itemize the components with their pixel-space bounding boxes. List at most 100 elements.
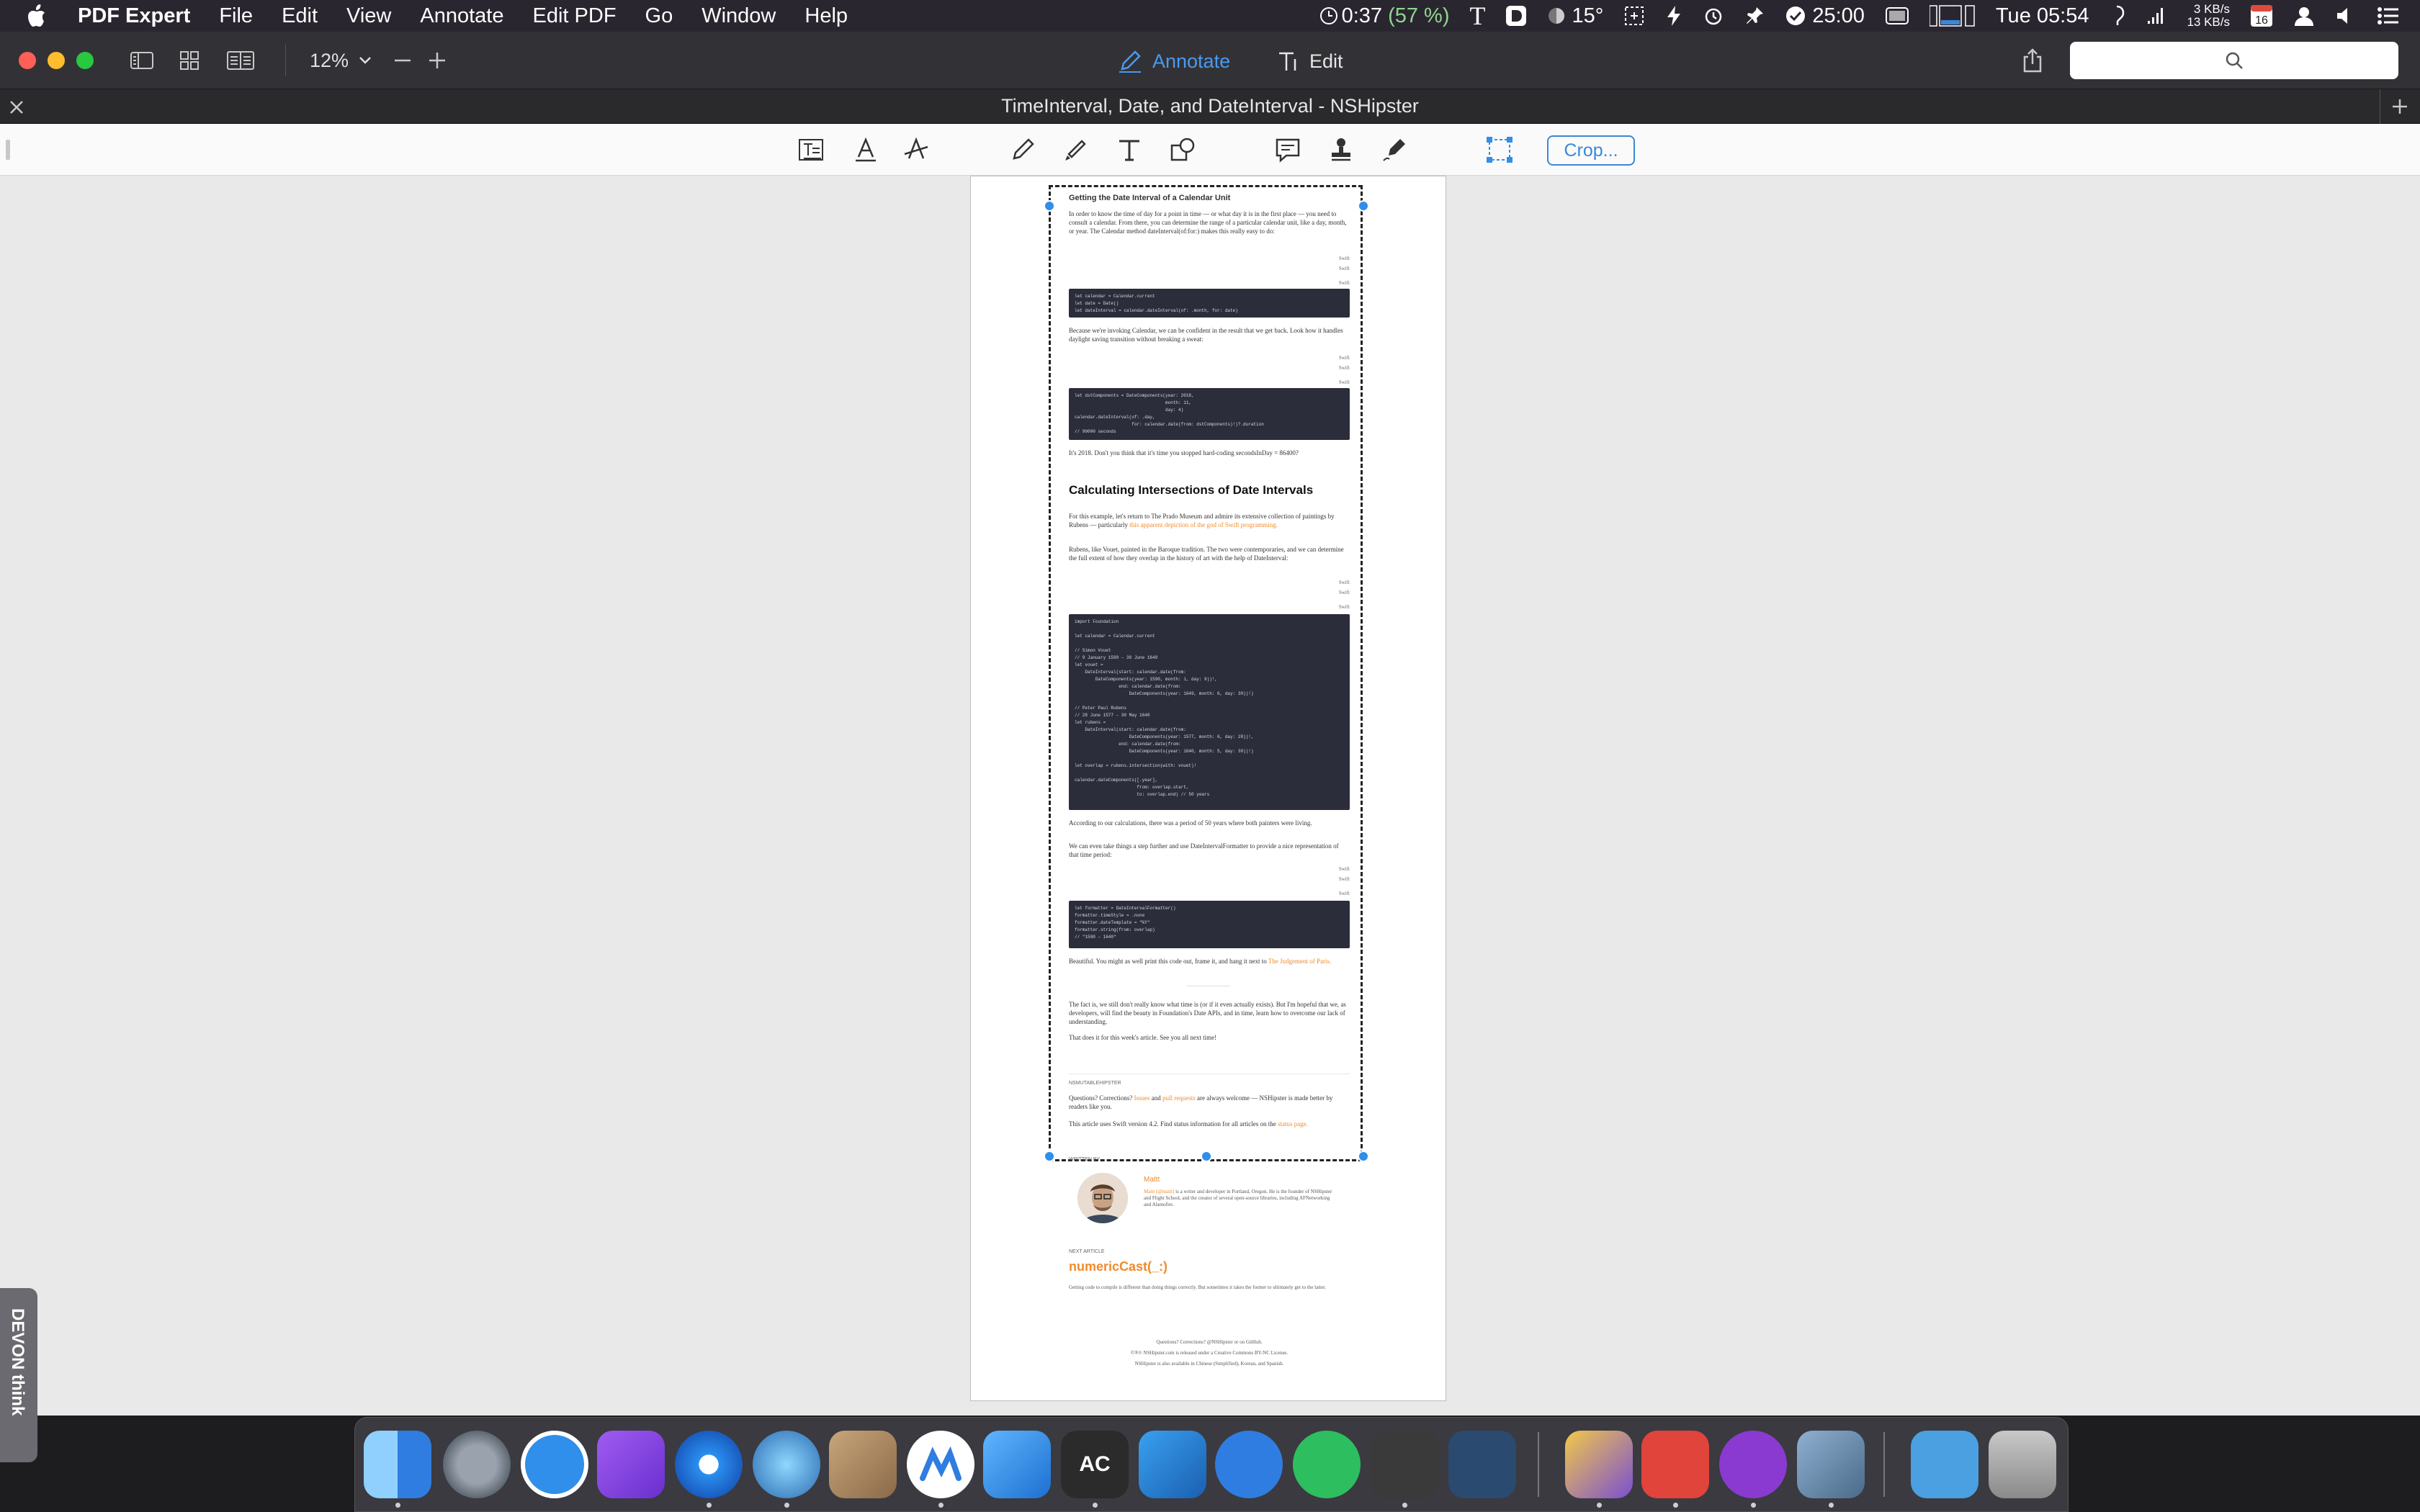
minimize-window-button[interactable]	[48, 52, 65, 69]
signature-pen-icon[interactable]	[1379, 134, 1410, 166]
menu-view[interactable]: View	[346, 4, 391, 28]
underline-text-icon[interactable]	[850, 134, 882, 166]
selection-handle[interactable]	[1044, 200, 1055, 212]
code-language-label: Swift	[1338, 256, 1350, 261]
menu-app-name[interactable]: PDF Expert	[78, 4, 190, 28]
status-page-link[interactable]: status page.	[1278, 1120, 1308, 1128]
notification-center-icon[interactable]	[2377, 6, 2400, 25]
pomodoro-check-icon[interactable]: 25:00	[1785, 4, 1865, 28]
reader-view-icon[interactable]	[226, 46, 255, 75]
cpu-meter-icon[interactable]	[1929, 4, 1976, 27]
calendar-icon[interactable]: 16	[2250, 4, 2273, 27]
clock-text[interactable]: Tue 05:54	[1996, 4, 2089, 28]
zoom-window-button[interactable]	[76, 52, 94, 69]
next-article-title[interactable]: numericCast(_:)	[1069, 1259, 1168, 1274]
menu-edit[interactable]: Edit	[282, 4, 318, 28]
code-language-label: Swift	[1338, 590, 1350, 595]
chevron-down-icon	[359, 57, 371, 64]
launchpad-icon[interactable]	[443, 1431, 511, 1498]
selection-handle[interactable]	[1358, 1151, 1369, 1162]
inline-link[interactable]: this apparent depiction of the god of Sw…	[1129, 521, 1278, 528]
strikethrough-text-icon[interactable]	[900, 134, 932, 166]
devonthink-icon[interactable]	[1565, 1431, 1633, 1498]
text-tool-icon[interactable]	[1113, 134, 1145, 166]
code-language-label: Swift	[1338, 604, 1350, 610]
author-bio-link[interactable]: Mattt (@mattt)	[1144, 1189, 1174, 1194]
siri-icon[interactable]	[2109, 5, 2125, 27]
stamp-icon[interactable]	[1325, 134, 1357, 166]
menu-annotate[interactable]: Annotate	[420, 4, 503, 28]
d-app-icon[interactable]	[1505, 5, 1527, 27]
omnifocus-icon[interactable]	[597, 1431, 665, 1498]
tab-title[interactable]: TimeInterval, Date, and DateInterval - N…	[0, 95, 2420, 117]
nautilus-app-icon[interactable]	[753, 1431, 820, 1498]
terminal-icon[interactable]	[1371, 1431, 1438, 1498]
ac-app-icon[interactable]: AC	[1061, 1431, 1129, 1498]
highlighter-icon[interactable]	[1060, 134, 1092, 166]
weather-icon[interactable]: 15°	[1547, 4, 1603, 28]
battery-percent: (57 %)	[1388, 4, 1450, 27]
evernote-icon[interactable]	[1293, 1431, 1361, 1498]
sidebar-toggle-icon[interactable]	[130, 46, 154, 75]
alarm-icon[interactable]	[1703, 5, 1724, 27]
airmail-icon[interactable]	[521, 1431, 588, 1498]
crop-button[interactable]: Crop...	[1547, 135, 1635, 166]
selection-handle[interactable]	[1358, 200, 1369, 212]
devonthink-sorter-tab[interactable]: DEVON think	[0, 1288, 37, 1462]
close-window-button[interactable]	[19, 52, 36, 69]
pin-icon[interactable]	[1744, 6, 1765, 26]
document-canvas[interactable]: Getting the Date Interval of a Calendar …	[0, 176, 2420, 1462]
pull-requests-link[interactable]: pull requests	[1162, 1094, 1196, 1102]
pencil-icon[interactable]	[1007, 134, 1039, 166]
text-recognition-icon[interactable]	[795, 134, 827, 166]
battery-status[interactable]: 0:37 (57 %)	[1319, 4, 1450, 28]
zoom-out-button[interactable]	[393, 46, 412, 75]
menu-go[interactable]: Go	[645, 4, 673, 28]
edit-mode-button[interactable]: Edit	[1276, 45, 1343, 78]
display-icon[interactable]	[1885, 6, 1909, 25]
vscode-icon[interactable]	[1139, 1431, 1206, 1498]
preview-icon[interactable]	[1797, 1431, 1865, 1498]
screenflow-icon[interactable]	[1719, 1431, 1787, 1498]
volume-icon[interactable]	[2335, 5, 2357, 27]
typeit-icon[interactable]: T	[1469, 1, 1485, 31]
apple-icon[interactable]	[27, 4, 52, 28]
menu-window[interactable]: Window	[702, 4, 776, 28]
issues-link[interactable]: Issues	[1134, 1094, 1150, 1102]
finder-icon[interactable]	[364, 1431, 431, 1498]
xcode-icon[interactable]	[983, 1431, 1051, 1498]
footer-line: Questions? Corrections? @NSHipster or on…	[1156, 1339, 1263, 1345]
menu-file[interactable]: File	[219, 4, 253, 28]
package-app-icon[interactable]	[829, 1431, 897, 1498]
maps-pin-icon[interactable]	[1215, 1431, 1283, 1498]
bolt-icon[interactable]	[1665, 5, 1682, 27]
inline-link[interactable]: The Judgement of Paris.	[1268, 958, 1331, 965]
annotate-mode-button[interactable]: Annotate	[1118, 45, 1230, 78]
zoom-in-button[interactable]	[428, 46, 447, 75]
new-tab-icon[interactable]	[2391, 98, 2408, 120]
pdf-expert-icon[interactable]	[1641, 1431, 1709, 1498]
screenshot-icon[interactable]	[1623, 5, 1645, 27]
selection-handle[interactable]	[1044, 1151, 1055, 1162]
area-select-icon[interactable]	[1484, 134, 1515, 166]
author-name[interactable]: Mattt	[1144, 1176, 1160, 1184]
folder-icon[interactable]	[1911, 1431, 1978, 1498]
menu-edit-pdf[interactable]: Edit PDF	[533, 4, 617, 28]
menu-help[interactable]: Help	[805, 4, 848, 28]
zoom-select[interactable]: 12%	[310, 46, 372, 75]
pdf-page[interactable]: Getting the Date Interval of a Calendar …	[970, 176, 1446, 1401]
wifi-bars-icon[interactable]	[2145, 5, 2166, 27]
share-icon[interactable]	[2022, 46, 2043, 75]
comment-icon[interactable]	[1272, 134, 1304, 166]
shapes-icon[interactable]	[1167, 134, 1198, 166]
user-icon[interactable]	[2293, 5, 2315, 27]
mindnode-icon[interactable]	[907, 1431, 974, 1498]
safari-icon[interactable]	[675, 1431, 743, 1498]
thumbnails-grid-icon[interactable]	[179, 46, 200, 75]
screens-icon[interactable]	[1448, 1431, 1516, 1498]
trash-icon[interactable]	[1989, 1431, 2056, 1498]
network-speed[interactable]: 3 KB/s 13 KB/s	[2187, 3, 2230, 29]
search-field[interactable]	[2070, 42, 2398, 79]
toolbar-divider	[285, 45, 286, 76]
paragraph: Beautiful. You might as well print this …	[1069, 957, 1350, 966]
